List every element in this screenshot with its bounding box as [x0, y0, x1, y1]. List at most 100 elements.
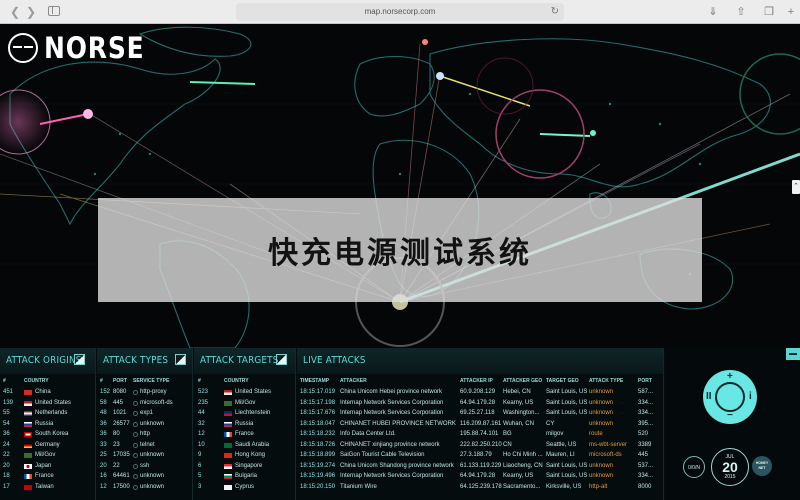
attack-type-cell: unknown	[589, 399, 614, 406]
info-icon[interactable]: i	[749, 391, 752, 402]
tw-flag-icon	[24, 484, 32, 490]
country-cell: United States	[235, 389, 272, 395]
attack-type-cell: ms-wbt-server	[589, 441, 628, 448]
reload-icon[interactable]: ↻	[551, 3, 559, 21]
zoom-in-icon[interactable]: +	[727, 371, 733, 382]
attacker-ip-cell: 116.209.87.161	[460, 420, 502, 427]
map-control-dial[interactable]: + − II i	[703, 370, 757, 424]
service-dot-icon	[133, 411, 138, 416]
table-row[interactable]: 18:15:20.150 Titanium Wire 64.125.239.178 S…	[297, 483, 663, 492]
collapse-icon[interactable]	[786, 348, 800, 360]
chevron-left-icon[interactable]: ❮	[8, 5, 22, 19]
column-header: ATTACKER GEO	[503, 378, 543, 384]
service-dot-icon	[133, 400, 138, 406]
sidebar-toggle-icon[interactable]	[48, 6, 60, 16]
address-bar[interactable]: map.norsecorp.com ↻	[236, 3, 564, 21]
table-row[interactable]: 17 Taiwan	[0, 483, 95, 492]
column-header: COUNTRY	[24, 378, 49, 384]
table-row[interactable]: 48 1021 exp1	[97, 409, 192, 418]
table-row[interactable]: 18:15:18.726 CHINANET xinjiang province n…	[297, 441, 663, 450]
overlay-banner: 快充电源测试系统	[98, 198, 702, 302]
table-row[interactable]: 54 Russia	[0, 420, 95, 429]
chevron-up-icon[interactable]: ⌃	[792, 180, 800, 194]
share-icon[interactable]: ⇧	[734, 5, 748, 19]
table-row[interactable]: 139 United States	[0, 399, 95, 408]
table-row[interactable]: 55 Netherlands	[0, 409, 95, 418]
column-header: TARGET GEO	[546, 378, 579, 384]
panel-title: ATTACK TARGETS	[200, 355, 279, 366]
banner-title: 快充电源测试系统	[268, 236, 532, 271]
table-row[interactable]: 523 United States	[194, 388, 295, 397]
zoom-out-icon[interactable]: −	[727, 410, 733, 421]
new-tab-icon[interactable]: +	[784, 5, 798, 19]
table-row[interactable]: 18:15:18.899 SaiGon Tourist Cable Televis…	[297, 451, 663, 460]
table-row[interactable]: 36 South Korea	[0, 430, 95, 439]
table-row[interactable]: 12 17500 unknown	[97, 483, 192, 492]
speed-indicator[interactable]: 0/0/N	[683, 456, 705, 478]
pause-icon[interactable]: II	[706, 391, 712, 402]
table-row[interactable]: 16 64461 unknown	[97, 472, 192, 481]
table-row[interactable]: 20 22 ssh	[97, 462, 192, 471]
table-row[interactable]: 22 Mil/Gov	[0, 451, 95, 460]
table-row[interactable]: 152 8080 http-proxy	[97, 388, 192, 397]
count-cell: 9	[198, 452, 202, 458]
target-geo-cell: milgov	[546, 431, 564, 437]
chevron-right-icon[interactable]: ❯	[24, 5, 38, 19]
country-cell: Russia	[35, 420, 54, 427]
table-row[interactable]: 18 France	[0, 472, 95, 481]
table-row[interactable]: 18:15:17.019 China Unicom Hebei province …	[297, 388, 663, 397]
table-row[interactable]: 24 Germany	[0, 441, 95, 450]
attacker-ip-cell: 64.125.239.178	[460, 483, 502, 490]
service-cell: http	[140, 431, 151, 437]
target-geo-cell: Kirksville, US	[546, 483, 582, 490]
table-row[interactable]: 9 Hong Kong	[194, 451, 295, 460]
table-row[interactable]: 18:15:18.232 Info Data Center Ltd. 195.88.…	[297, 430, 663, 439]
service-dot-icon	[133, 432, 138, 437]
browser-toolbar: ❮ ❯ map.norsecorp.com ↻ ⇓ ⇧ ❐ +	[0, 0, 800, 24]
download-icon[interactable]: ⇓	[706, 5, 720, 19]
table-row[interactable]: 6 Singapore	[194, 462, 295, 471]
attacker-geo-cell: Sacramento...	[503, 483, 541, 490]
column-header: #	[100, 378, 103, 384]
norse-logo[interactable]: NORSE	[8, 31, 161, 65]
table-row[interactable]: 20 Japan	[0, 462, 95, 471]
table-row[interactable]: 36 80 http	[97, 430, 192, 439]
table-row[interactable]: 451 China	[0, 388, 95, 397]
service-dot-icon	[133, 453, 138, 458]
table-row[interactable]: 18:15:19.496 Internap Network Services Co…	[297, 472, 663, 481]
table-row[interactable]: 44 Liechtenstein	[194, 409, 295, 418]
panel-expand-icon[interactable]	[175, 354, 186, 365]
service-cell: telnet	[140, 441, 155, 448]
table-row[interactable]: 32 Russia	[194, 420, 295, 429]
service-dot-icon	[133, 484, 138, 490]
table-row[interactable]: 58 445 microsoft-ds	[97, 399, 192, 408]
table-row[interactable]: 10 Saudi Arabia	[194, 441, 295, 450]
column-header: SERVICE TYPE	[133, 378, 170, 384]
stats-bar: ATTACK ORIGINS # COUNTRY 451 China 139 United…	[0, 348, 800, 500]
table-row[interactable]: 18:15:18.047 CHINANET HUBEI PROVINCE NETW…	[297, 420, 663, 429]
fr-flag-icon	[24, 474, 32, 479]
table-row[interactable]: 12 France	[194, 430, 295, 439]
mil-flag-icon	[224, 400, 232, 406]
tabs-icon[interactable]: ❐	[762, 5, 776, 19]
panel-expand-icon[interactable]	[276, 354, 287, 365]
table-row[interactable]: 25 17035 unknown	[97, 451, 192, 460]
table-row[interactable]: 18:15:17.676 Internap Network Services Co…	[297, 409, 663, 418]
table-row[interactable]: 235 Mil/Gov	[194, 399, 295, 408]
attacker-cell: SaiGon Tourist Cable Television	[340, 452, 425, 458]
timestamp-cell: 18:15:20.150	[300, 483, 336, 490]
honeynet-badge[interactable]: HONEY NET	[752, 456, 772, 476]
port-cell: 26577	[113, 420, 130, 427]
panel-expand-icon[interactable]	[74, 354, 85, 365]
nl-flag-icon	[24, 411, 32, 416]
table-row[interactable]: 36 26577 unknown	[97, 420, 192, 429]
table-row[interactable]: 18:15:17.198 Internap Network Services Co…	[297, 399, 663, 408]
count-cell: 54	[3, 420, 10, 427]
table-row[interactable]: 18:15:19.274 China Unicom Shandong provin…	[297, 462, 663, 471]
table-row[interactable]: 5 Bulgaria	[194, 472, 295, 481]
table-row[interactable]: 3 Cyprus	[194, 483, 295, 492]
attacker-geo-cell: CN	[503, 441, 512, 448]
port-cell: 537...	[638, 462, 654, 469]
timestamp-cell: 18:15:19.496	[300, 473, 336, 479]
table-row[interactable]: 33 23 telnet	[97, 441, 192, 450]
